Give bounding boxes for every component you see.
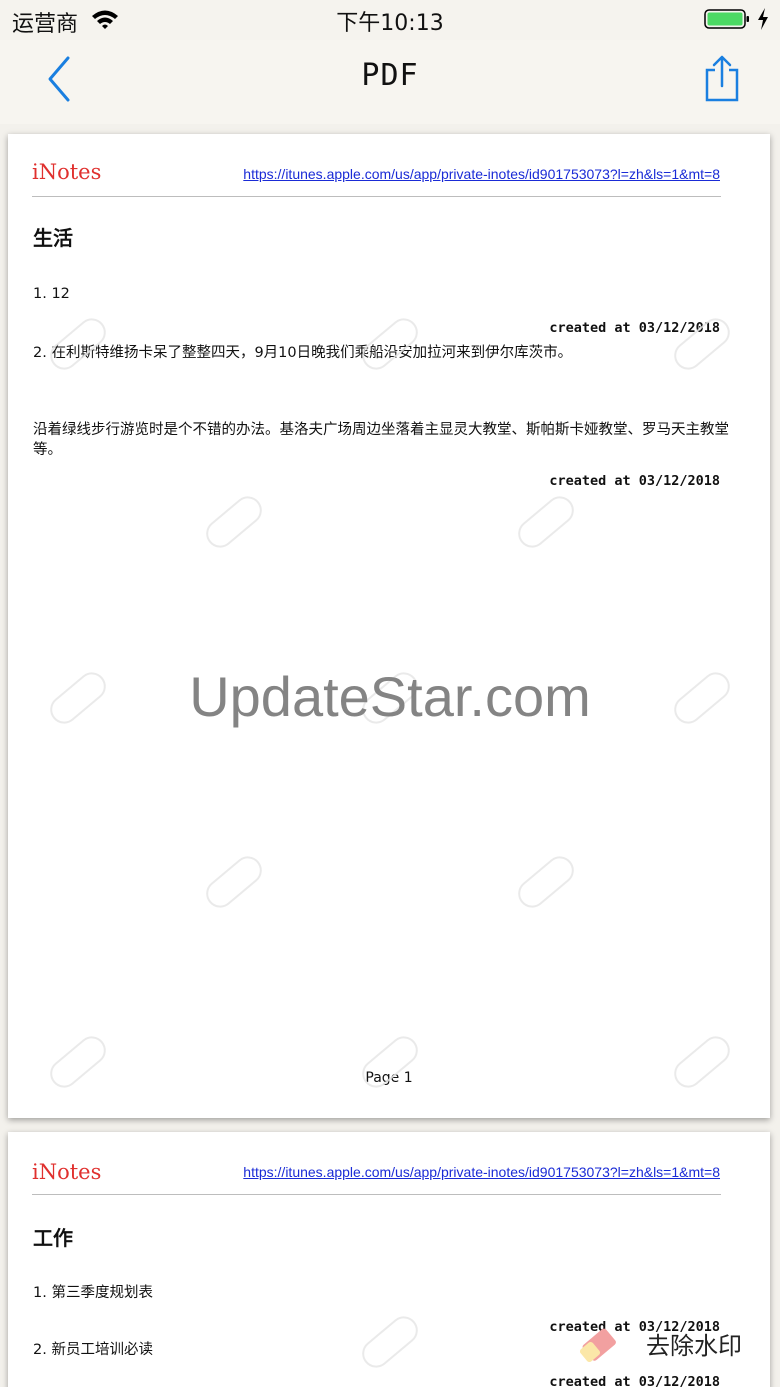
stamp-watermark	[200, 490, 268, 554]
app-store-link[interactable]: https://itunes.apple.com/us/app/private-…	[243, 1164, 720, 1180]
note-line: 1. 12	[33, 286, 70, 302]
created-date: created at 03/12/2018	[549, 473, 720, 489]
note-line: 1. 第三季度规划表	[33, 1285, 153, 1301]
eraser-icon	[580, 1328, 616, 1362]
pdf-page-1: iNotes https://itunes.apple.com/us/app/p…	[8, 134, 770, 1118]
note-line: 沿着绿线步行游览时是个不错的办法。基洛夫广场周边坐落着主显灵大教堂、斯帕斯卡娅教…	[33, 422, 729, 458]
page-title: PDF	[361, 58, 419, 93]
stamp-watermark	[512, 850, 580, 914]
charging-bolt-icon	[758, 8, 768, 30]
header-divider	[32, 1194, 721, 1195]
stamp-watermark	[200, 850, 268, 914]
clock: 下午10:13	[336, 11, 444, 36]
header-divider	[32, 196, 721, 197]
remove-watermark-badge[interactable]: 去除水印	[574, 1316, 774, 1372]
note-title: 生活	[33, 226, 73, 250]
share-button[interactable]	[704, 54, 740, 102]
battery-icon	[704, 9, 749, 29]
app-store-link[interactable]: https://itunes.apple.com/us/app/private-…	[243, 166, 720, 182]
brand-logo: iNotes	[32, 160, 102, 184]
remove-watermark-label: 去除水印	[646, 1332, 742, 1360]
created-date: created at 03/12/2018	[549, 1374, 720, 1387]
watermark-text: UpdateStar.com	[189, 665, 591, 728]
navigation-bar: PDF	[0, 40, 780, 124]
status-bar: 运营商 下午10:13	[0, 0, 780, 40]
stamp-watermark	[512, 490, 580, 554]
brand-logo: iNotes	[32, 1160, 102, 1184]
note-title: 工作	[33, 1226, 73, 1250]
